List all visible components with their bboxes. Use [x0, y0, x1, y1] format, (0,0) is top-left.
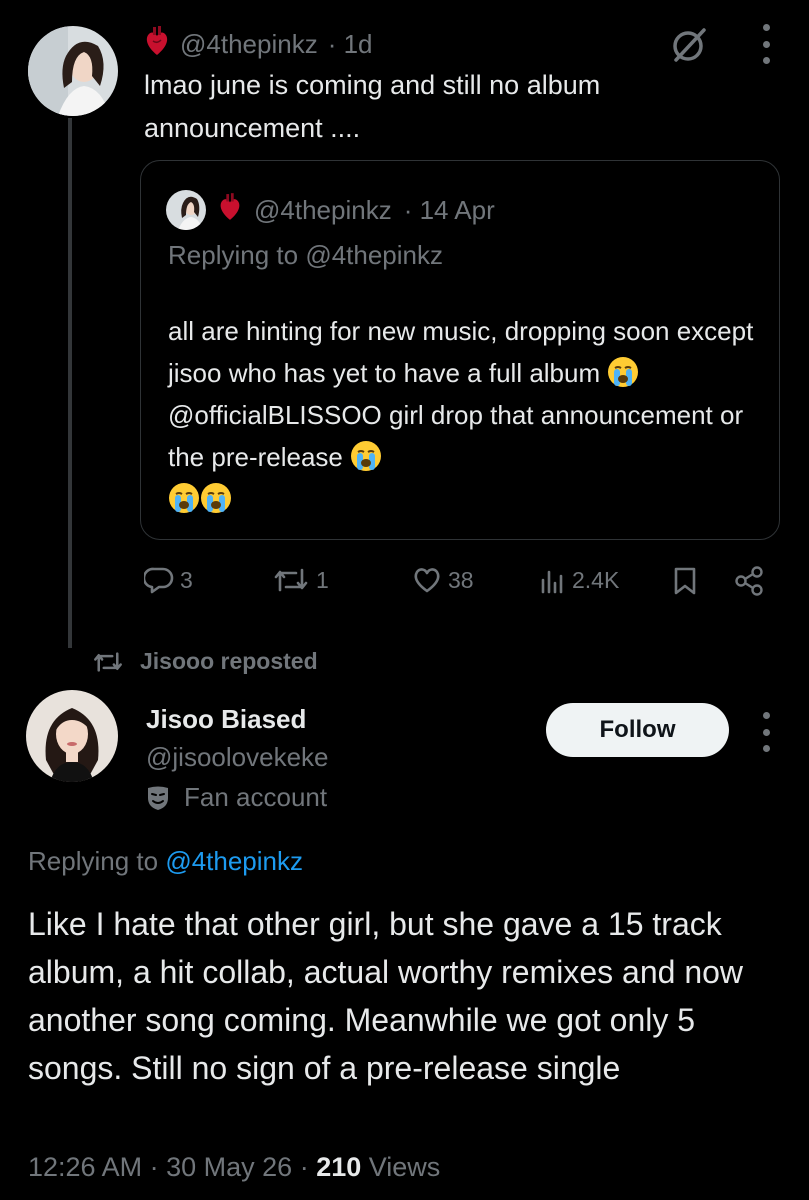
quoted-tweet-text: all are hinting for new music, dropping …: [168, 310, 758, 520]
replying-handle: @4thepinkz: [305, 240, 444, 270]
heart-icon: [414, 568, 440, 593]
repost-banner[interactable]: Jisooo reposted: [92, 648, 318, 675]
replying-to: Replying to @4thepinkz: [28, 846, 303, 877]
crying-face-emoji-icon: [200, 482, 232, 514]
anatomical-heart-emoji-icon: [218, 192, 242, 228]
bookmark-icon: [674, 567, 696, 595]
author-avatar[interactable]: [28, 26, 118, 116]
author-avatar[interactable]: [26, 690, 118, 782]
tweet-meta: 12:26 AM · 30 May 26 · 210 Views: [28, 1152, 441, 1182]
author-name[interactable]: Jisoo Biased: [146, 704, 306, 735]
like-count: 38: [448, 566, 474, 593]
more-options-icon[interactable]: [762, 24, 770, 64]
quoted-tweet-time: · 14 Apr: [403, 194, 495, 225]
tweet-text: lmao june is coming and still no album a…: [144, 70, 601, 143]
follow-button[interactable]: Follow: [546, 703, 729, 757]
more-options-icon[interactable]: [762, 712, 770, 752]
tweet-time[interactable]: · 1d: [328, 29, 373, 60]
crying-face-emoji-icon: [607, 356, 639, 388]
views-count: 210: [316, 1152, 362, 1182]
replying-handle-link[interactable]: @4thepinkz: [165, 846, 303, 876]
grok-icon[interactable]: [668, 22, 712, 66]
replying-prefix: Replying to: [168, 240, 299, 270]
repost-button[interactable]: 1: [272, 566, 329, 594]
tweet-header: @4thepinkz · 1d: [144, 26, 373, 63]
author-handle[interactable]: @jisoolovekeke: [146, 742, 328, 773]
quoted-tweet-header: @4thepinkz · 14 Apr: [166, 190, 495, 230]
account-label: Fan account: [146, 782, 327, 813]
tweet-date[interactable]: 30 May 26: [166, 1152, 292, 1182]
reply-count: 3: [180, 566, 193, 593]
share-icon: [735, 566, 763, 596]
crying-face-emoji-icon: [350, 440, 382, 472]
thread-connector-line: [68, 118, 72, 648]
anatomical-heart-emoji-icon: [144, 26, 170, 63]
quoted-text-part2: @officialBLISSOO girl drop that announce…: [168, 400, 744, 472]
repost-banner-text: Jisooo reposted: [140, 648, 318, 674]
author-handle[interactable]: @4thepinkz: [180, 29, 318, 60]
crying-face-emoji-icon: [168, 482, 200, 514]
repost-icon: [274, 568, 308, 592]
views-icon: [541, 570, 563, 594]
views-count: 2.4K: [572, 566, 620, 593]
like-button[interactable]: 38: [412, 566, 474, 594]
repost-icon: [94, 651, 122, 672]
quoted-author-avatar: [166, 190, 206, 230]
reply-icon: [144, 567, 174, 594]
quoted-replying-to: Replying to @4thepinkz: [168, 240, 443, 271]
account-label-text: Fan account: [184, 782, 328, 812]
reply-button[interactable]: 3: [144, 566, 193, 594]
theater-mask-icon: [148, 786, 168, 810]
quoted-author-handle: @4thepinkz: [254, 194, 392, 225]
views-label: Views: [368, 1152, 441, 1182]
share-button[interactable]: [733, 566, 765, 596]
repost-count: 1: [316, 566, 329, 593]
bookmark-button[interactable]: [672, 566, 698, 596]
tweet-text: Like I hate that other girl, but she gav…: [28, 906, 744, 1086]
tweet-time[interactable]: 12:26 AM: [28, 1152, 142, 1182]
quoted-text-part1: all are hinting for new music, dropping …: [168, 316, 754, 388]
views-button[interactable]: 2.4K: [538, 566, 619, 594]
replying-prefix: Replying to: [28, 846, 159, 876]
